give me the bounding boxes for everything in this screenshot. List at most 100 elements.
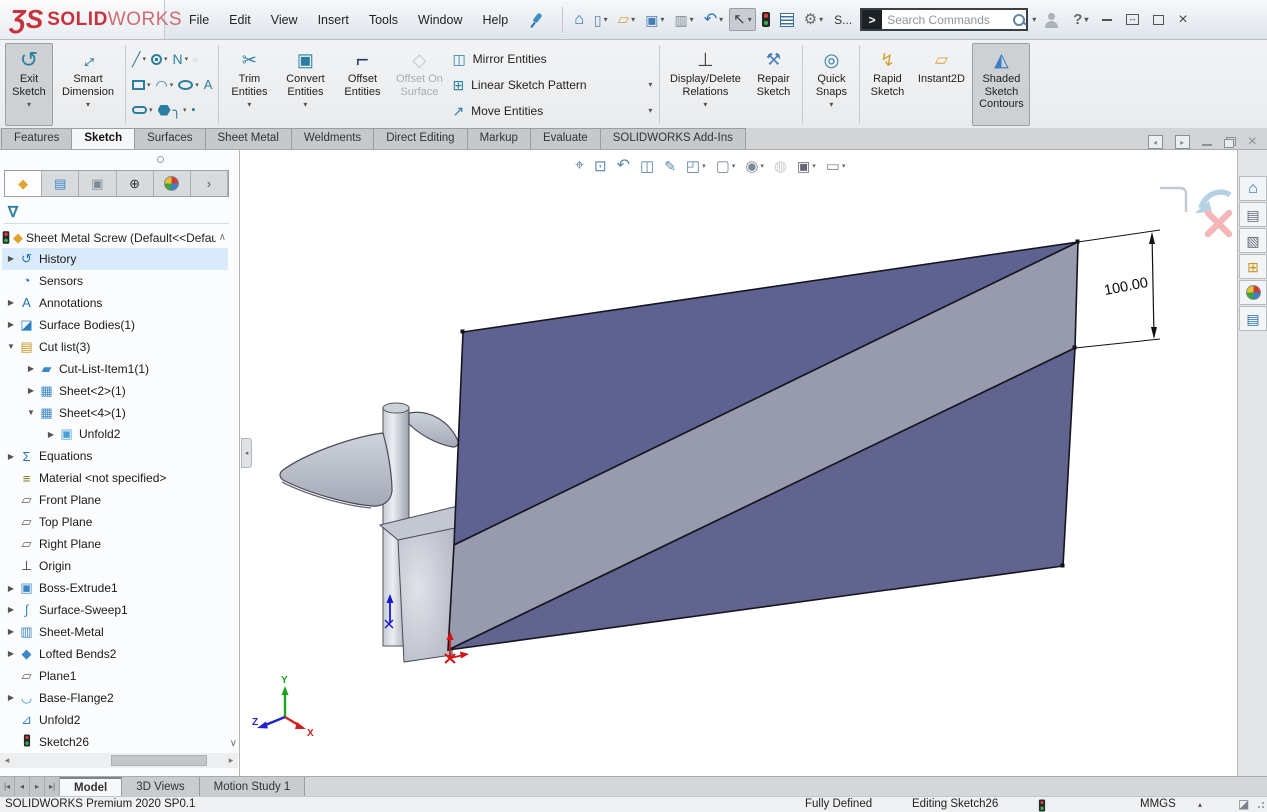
expander-right-icon[interactable]: ▶ [4,254,18,263]
search-dropdown-caret[interactable]: ▾ [1032,15,1036,24]
next-tab-button[interactable]: ▸ [30,777,45,796]
tree-item-sensors[interactable]: ◔Sensors [2,270,228,292]
resize-grip[interactable] [1257,801,1265,809]
tab-features[interactable]: Features [1,128,72,149]
scroll-right-button[interactable]: ▸ [224,755,238,766]
maximize-button[interactable] [1153,15,1164,25]
next-window-button[interactable]: ▸ [1175,135,1190,149]
save-button[interactable]: ▣▾ [641,9,668,31]
lofted-panel-body[interactable] [448,242,1078,650]
search-input[interactable] [887,13,1012,27]
expander-right-icon[interactable]: ▶ [4,452,18,461]
tab-sketch[interactable]: Sketch [71,128,135,149]
dimension-value[interactable]: 100.00 [1103,275,1150,299]
doc-minimize-button[interactable] [1202,135,1212,149]
expander-right-icon[interactable]: ▶ [4,584,18,593]
tree-item-material-not-specified[interactable]: ≡Material <not specified> [2,467,228,489]
trim-entities-button[interactable]: ✂ Trim Entities▾ [223,43,275,126]
task-pane-list-button[interactable] [776,9,798,31]
expander-down-icon[interactable]: ▼ [24,408,38,417]
dimension-100[interactable]: 100.00 [1075,230,1160,348]
smart-dimension-button[interactable]: ↔ Smart Dimension▾ [55,43,121,126]
dropdown-caret-icon[interactable]: ▾ [660,15,664,24]
overflow-menu[interactable]: S... [834,13,852,27]
expander-right-icon[interactable]: ▶ [44,430,58,439]
menu-help[interactable]: Help [473,8,519,32]
sketch-confirmation-corner[interactable] [1160,188,1230,234]
scroll-left-button[interactable]: ◂ [0,755,14,766]
dropdown-caret-icon[interactable]: ▾ [719,15,723,24]
previous-window-button[interactable]: ◂ [1148,135,1163,149]
file-explorer-button[interactable]: ⊞ [1239,254,1267,279]
dropdown-caret-icon[interactable]: ▾ [147,81,151,89]
arc-tool-button[interactable]: ◠▾ [155,76,178,94]
dropdown-caret-icon[interactable]: ▾ [819,15,823,24]
tree-item-equations[interactable]: ▶ΣEquations [2,445,228,467]
point-tool-button[interactable]: ▪ [190,103,196,118]
scroll-up-arrow[interactable]: ∧ [219,232,226,243]
instant2d-button[interactable]: ▱ Instant2D [912,43,970,126]
tree-item-right-plane[interactable]: ▱Right Plane [2,533,228,555]
dropdown-caret-icon[interactable]: ▾ [195,81,199,89]
doc-close-button[interactable]: × [1248,136,1257,148]
tree-item-sheet-4-1[interactable]: ▼▦Sheet<4>(1) [2,402,228,424]
tree-item-unfold2[interactable]: ▶▣Unfold2 [2,424,228,446]
last-tab-button[interactable]: ▸| [45,777,60,796]
expander-right-icon[interactable]: ▶ [4,298,18,307]
expander-right-icon[interactable]: ▶ [4,320,18,329]
solidworks-resources-button[interactable]: ▤ [1239,202,1267,227]
ellipse-tool-button[interactable]: ▾ [177,78,203,92]
tree-root-item[interactable]: ◆ Sheet Metal Screw (Default<<Default ∧ [2,227,228,248]
minimize-button[interactable] [1102,19,1112,21]
text-tool-button[interactable]: A [203,76,214,93]
resize-button[interactable] [1126,14,1139,25]
dropdown-caret-icon[interactable]: ▾ [183,106,187,114]
design-library-button[interactable]: ▧ [1239,228,1267,253]
quick-snaps-button[interactable]: ◎ Quick Snaps▾ [807,43,855,126]
home-button[interactable]: ⌂ [570,8,588,32]
tree-item-surface-bodies-1[interactable]: ▶◪Surface Bodies(1) [2,314,228,336]
menu-file[interactable]: File [179,8,219,32]
pin-menu-icon[interactable] [528,11,546,29]
displaymanager-tab[interactable] [154,171,191,196]
spline-tool-button[interactable]: N▾ [171,50,192,68]
expander-right-icon[interactable]: ▶ [4,693,18,702]
tree-horizontal-scrollbar[interactable]: ◂ ▸ [0,753,238,768]
filter-funnel-icon[interactable]: ∇ [8,203,18,221]
tab-direct-editing[interactable]: Direct Editing [373,128,467,149]
units-caret-icon[interactable]: ▴ [1198,800,1202,809]
convert-entities-button[interactable]: ▣ Convert Entities▾ [277,43,333,126]
scrollbar-thumb[interactable] [111,755,207,766]
dropdown-caret-icon[interactable]: ▾ [142,55,146,63]
tree-filter-bar[interactable]: ∇ [4,200,229,224]
rectangle-tool-button[interactable]: ▾ [131,78,155,92]
display-delete-relations-button[interactable]: ⊥ Display/Delete Relations▾ [664,43,746,126]
custom-properties-button[interactable]: ▤ [1239,306,1267,331]
dropdown-caret-icon[interactable]: ▾ [748,15,752,24]
dropdown-caret-icon[interactable]: ▾ [170,81,174,89]
tab-markup[interactable]: Markup [467,128,531,149]
tree-item-cut-list-item1-1[interactable]: ▶▰Cut-List-Item1(1) [2,358,228,380]
new-document-button[interactable]: ▯▾ [590,9,612,31]
tree-item-top-plane[interactable]: ▱Top Plane [2,511,228,533]
first-tab-button[interactable]: |◂ [0,777,15,796]
search-icon[interactable] [1012,13,1026,27]
repair-sketch-button[interactable]: ⚒ Repair Sketch [748,43,798,126]
doc-restore-button[interactable] [1224,137,1236,148]
tree-item-sketch26[interactable]: Sketch26 [2,731,228,753]
undo-button[interactable]: ↶▾ [700,8,727,32]
menu-insert[interactable]: Insert [308,8,359,32]
dropdown-caret-icon[interactable]: ▾ [690,15,694,24]
menu-edit[interactable]: Edit [219,8,261,32]
rebuild-stoplight-button[interactable] [758,8,774,31]
tree-item-origin[interactable]: ⊥Origin [2,555,228,577]
line-tool-button[interactable]: ╱▾ [131,50,150,68]
print-button[interactable]: ▥▾ [670,9,697,31]
appearances-button[interactable] [1239,280,1267,305]
tab-evaluate[interactable]: Evaluate [530,128,601,149]
tree-item-sheet-2-1[interactable]: ▶▦Sheet<2>(1) [2,380,228,402]
cancel-sketch-icon[interactable] [1208,213,1229,234]
propertymanager-tab[interactable]: ▤ [42,171,79,196]
tree-item-sheet-metal[interactable]: ▶▥Sheet-Metal [2,621,228,643]
dropdown-caret-icon[interactable]: ▾ [604,15,608,24]
